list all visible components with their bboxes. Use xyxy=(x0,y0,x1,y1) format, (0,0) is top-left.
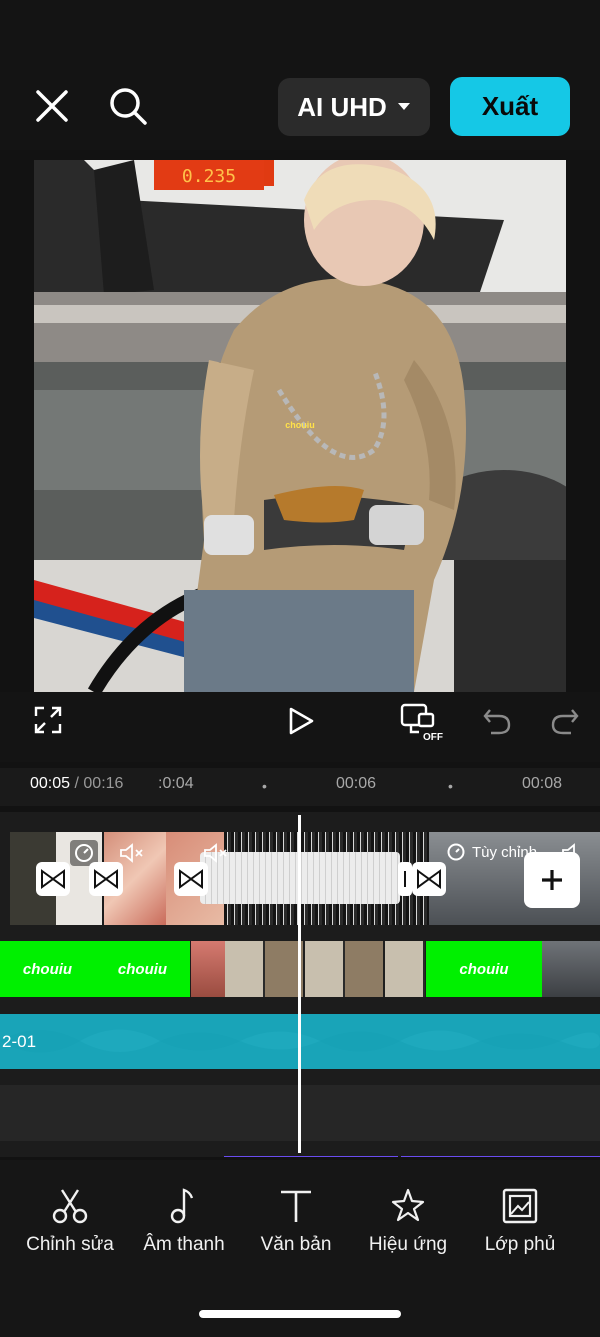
toolbar-label: Lớp phủ xyxy=(484,1234,556,1255)
overlay-clip[interactable]: chouiu xyxy=(426,941,542,997)
speed-icon xyxy=(447,843,465,861)
svg-text:OFF: OFF xyxy=(423,732,443,742)
mute-icon xyxy=(118,842,146,864)
toolbar-label: Hiệu ứng xyxy=(368,1234,448,1255)
close-icon[interactable] xyxy=(30,84,74,128)
effect-track-indicator xyxy=(401,1156,600,1157)
overlay-clip[interactable] xyxy=(542,941,600,997)
ruler-dot: • xyxy=(448,778,453,794)
total-time: 00:16 xyxy=(83,775,124,792)
play-icon[interactable] xyxy=(284,704,318,738)
toolbar-edit[interactable]: Chỉnh sửa xyxy=(14,1186,126,1256)
transition-icon xyxy=(94,869,118,889)
overlay-clip-label: chouiu xyxy=(22,960,73,978)
plus-icon xyxy=(542,870,562,890)
music-note-icon xyxy=(170,1188,194,1224)
toolbar-overlay[interactable]: Lớp phủ xyxy=(464,1186,576,1256)
transition-button[interactable] xyxy=(36,862,70,896)
toolbar-audio[interactable]: Âm thanh xyxy=(128,1186,240,1256)
keyframe-off-icon[interactable]: OFF xyxy=(398,700,446,744)
ruler-dot: • xyxy=(262,778,267,794)
quality-dropdown[interactable]: AI UHD xyxy=(278,78,430,136)
effect-track-indicator xyxy=(224,1156,398,1157)
text-icon xyxy=(281,1190,311,1222)
star-effect-icon xyxy=(391,1188,425,1222)
chevron-down-icon xyxy=(397,103,410,110)
toolbar-effects[interactable]: Hiệu ứng xyxy=(352,1186,464,1256)
video-frame: 0.235 chouiu xyxy=(34,160,566,692)
fullscreen-icon[interactable] xyxy=(32,704,64,736)
export-button[interactable]: Xuất xyxy=(450,77,570,136)
time-separator: / xyxy=(74,775,79,792)
search-icon[interactable] xyxy=(104,82,152,130)
overlay-clip[interactable] xyxy=(191,941,225,997)
gauge-reading: 0.235 xyxy=(182,166,236,187)
transition-icon xyxy=(417,869,441,889)
home-indicator[interactable] xyxy=(199,1310,401,1318)
mute-icon xyxy=(202,842,230,864)
overlay-clip-label: chouiu xyxy=(117,960,168,978)
time-display: 00:05 / 00:16 xyxy=(30,775,123,793)
redo-icon[interactable] xyxy=(548,704,582,738)
trim-handle[interactable] xyxy=(398,862,412,896)
toolbar-text[interactable]: Văn bản xyxy=(240,1186,352,1256)
toolbar-label: Chỉnh sửa xyxy=(26,1234,114,1255)
overlay-clip-label: chouiu xyxy=(459,960,509,978)
transition-button[interactable] xyxy=(174,862,208,896)
video-preview[interactable]: 0.235 chouiu xyxy=(34,160,566,692)
playhead[interactable] xyxy=(298,815,301,1153)
current-time: 00:05 xyxy=(30,775,71,792)
ruler-tick: 00:08 xyxy=(522,775,563,792)
transition-icon xyxy=(41,869,65,889)
toolbar-label: Văn bản xyxy=(260,1234,332,1255)
undo-icon[interactable] xyxy=(480,704,514,738)
transition-button[interactable] xyxy=(89,862,123,896)
toolbar-label: Âm thanh xyxy=(143,1234,225,1255)
overlay-icon xyxy=(502,1188,538,1224)
audio-clip-label: 2-01 xyxy=(2,1032,37,1051)
ruler-tick: :0:04 xyxy=(158,775,194,792)
add-clip-button[interactable] xyxy=(524,852,580,908)
quality-label: AI UHD xyxy=(297,91,387,122)
transition-button[interactable] xyxy=(412,862,446,896)
scissors-icon xyxy=(52,1189,88,1224)
transition-icon xyxy=(179,869,203,889)
overlay-clip[interactable] xyxy=(225,941,425,997)
overlay-watermark: chouiu xyxy=(285,420,315,430)
ruler-tick: 00:06 xyxy=(336,775,377,792)
overlay-clip[interactable]: chouiu chouiu xyxy=(0,941,190,997)
